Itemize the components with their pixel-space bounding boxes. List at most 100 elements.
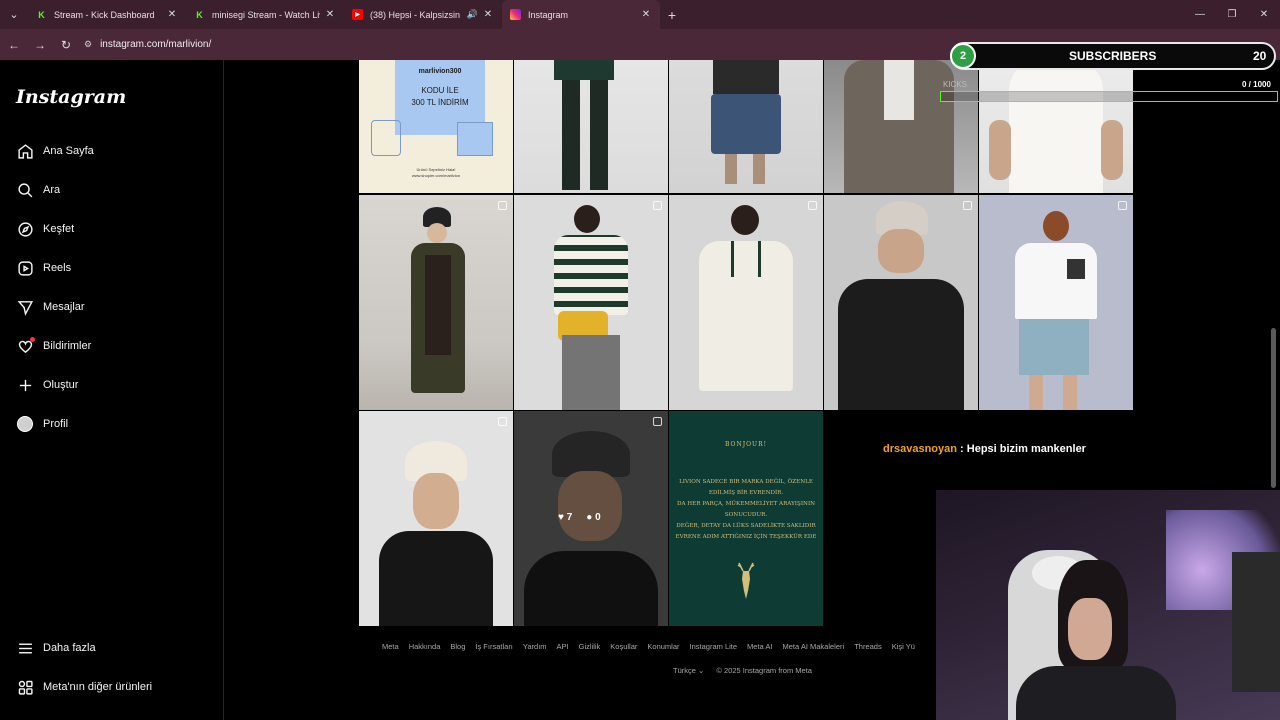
tab-instagram[interactable]: Instagram ✕	[502, 0, 660, 29]
url-field[interactable]: ⚙ instagram.com/marlivion/	[84, 34, 211, 56]
kicks-count: 0 / 1000	[1242, 80, 1271, 89]
manifesto-line: EDİLMİŞ BİR EVRENDİR.	[708, 490, 784, 496]
post-photo-white-cap-blazer[interactable]	[359, 411, 513, 626]
figure-face	[878, 229, 924, 273]
manifesto-line: DEĞER, DETAY DA LÜKS SADELİKTE SAKLIDIR	[676, 523, 816, 529]
tab-title: Instagram	[528, 9, 569, 20]
close-window-icon[interactable]: ✕	[1248, 0, 1280, 29]
figure-shorts	[1019, 319, 1089, 375]
nav-explore[interactable]: Keşfet	[16, 217, 74, 241]
nav-more[interactable]: Daha fazla	[16, 636, 96, 660]
nav-profile[interactable]: Profil	[16, 412, 68, 436]
close-tab-icon[interactable]: ✕	[640, 9, 652, 20]
post-photo-striped-sweater[interactable]	[514, 195, 668, 410]
post-photo-cable-knit[interactable]	[669, 195, 823, 410]
notification-dot	[30, 337, 35, 342]
comments-stat: ● 0	[586, 512, 600, 523]
footer-link[interactable]: Blog	[450, 642, 465, 651]
tab-list-dropdown[interactable]: ⌄	[0, 0, 28, 29]
promo-footer-line1: Ürünü Sepetiniz Hala!	[416, 167, 456, 172]
manifesto-text: LIVION SADECE BIR MARKA DEĞİL, ÖZENLE ED…	[669, 477, 823, 543]
figure-leg-right	[1063, 375, 1077, 410]
tab-kick-dashboard[interactable]: K Stream - Kick Dashboard ✕	[28, 0, 186, 29]
promo-footer-line2: www.shopier.com/marlivion	[411, 173, 461, 178]
post-photo-black-jacket-cap[interactable]	[824, 195, 978, 410]
manifesto-line: LIVION SADECE BIR MARKA DEĞİL, ÖZENLE	[679, 479, 813, 485]
close-tab-icon[interactable]: ✕	[324, 9, 336, 20]
footer-link[interactable]: Konumlar	[647, 642, 679, 651]
kick-favicon-icon: K	[36, 9, 47, 20]
subscriber-label: SUBSCRIBERS	[1069, 49, 1157, 63]
tab-minisegi-stream[interactable]: K minisegi Stream - Watch Live o ✕	[186, 0, 344, 29]
figure-striped-sweater	[554, 235, 628, 315]
site-info-icon[interactable]: ⚙	[84, 39, 92, 50]
carousel-icon	[653, 417, 662, 426]
nav-create[interactable]: Oluştur	[16, 373, 78, 397]
post-photo-new-jersey-cap[interactable]: ♥ 7 ● 0	[514, 411, 668, 626]
tab-youtube-kalpsizsin[interactable]: ▶ (38) Hepsi - Kalpsizsin (Offi 🔊 ✕	[344, 0, 502, 29]
instagram-logo[interactable]: Instagram	[16, 86, 126, 108]
footer-link[interactable]: Kişi Yü	[892, 642, 915, 651]
promo-brand: marlivion300	[418, 68, 462, 75]
likes-stat: ♥ 7	[558, 512, 572, 523]
comments-count: 0	[595, 512, 601, 523]
post-brand-manifesto[interactable]: BONJOUR! LIVION SADECE BIR MARKA DEĞİL, …	[669, 411, 823, 626]
post-photo-denim-shorts[interactable]	[669, 60, 823, 193]
nav-home[interactable]: Ana Sayfa	[16, 139, 94, 163]
figure-head	[574, 205, 600, 233]
footer-link[interactable]: Meta	[382, 642, 399, 651]
footer-link[interactable]: Threads	[854, 642, 882, 651]
nav-meta-products[interactable]: Meta'nın diğer ürünleri	[16, 675, 152, 699]
footer-link[interactable]: API	[557, 642, 569, 651]
nav-search[interactable]: Ara	[16, 178, 60, 202]
close-tab-icon[interactable]: ✕	[482, 9, 494, 20]
figure-face	[427, 223, 447, 243]
footer-link[interactable]: Yardım	[523, 642, 547, 651]
close-tab-icon[interactable]: ✕	[166, 9, 178, 20]
nav-notifications[interactable]: Bildirimler	[16, 334, 91, 358]
forward-arrow-icon[interactable]: →	[28, 33, 52, 57]
footer-link[interactable]: Meta AI Makaleleri	[782, 642, 844, 651]
nav-reels[interactable]: Reels	[16, 256, 71, 280]
instagram-favicon-icon	[510, 9, 521, 20]
language-label: Türkçe	[673, 666, 696, 675]
footer-link[interactable]: Hakkında	[409, 642, 441, 651]
footer-link[interactable]: İş Fırsatları	[475, 642, 513, 651]
reload-icon[interactable]: ↻	[54, 33, 78, 57]
restore-icon[interactable]: ❐	[1216, 0, 1248, 29]
footer-link[interactable]: Instagram Lite	[690, 642, 738, 651]
footer-link[interactable]: Meta AI	[747, 642, 772, 651]
back-arrow-icon[interactable]: ←	[2, 33, 26, 57]
youtube-favicon-icon: ▶	[352, 9, 363, 20]
minimize-icon[interactable]: —	[1184, 0, 1216, 29]
hamburger-menu-icon	[16, 639, 34, 657]
page-scrollbar[interactable]	[1271, 328, 1276, 488]
language-select[interactable]: Türkçe ⌄	[673, 666, 704, 675]
nav-label: Oluştur	[43, 379, 79, 391]
post-photo-long-coat[interactable]	[359, 195, 513, 410]
figure-arm-left	[989, 120, 1011, 180]
meta-apps-icon	[16, 678, 34, 696]
post-promo-discount[interactable]: marlivion300 KODU İLE 300 TL İNDİRİM Ürü…	[359, 60, 513, 193]
figure-jacket	[713, 60, 779, 94]
tab-title: (38) Hepsi - Kalpsizsin (Offi	[370, 9, 463, 20]
instagram-sidebar: Instagram Ana Sayfa Ara Keşfet Reels Mes…	[0, 60, 224, 720]
footer-link[interactable]: Gizlilik	[579, 642, 601, 651]
promo-code-line1: KODU İLE	[421, 86, 459, 95]
new-tab-button[interactable]: +	[660, 7, 684, 23]
post-photo-white-tee[interactable]	[979, 60, 1133, 193]
post-photo-graphic-tee[interactable]	[979, 195, 1133, 410]
nav-label: Profil	[43, 418, 69, 430]
reels-icon	[16, 259, 34, 277]
compass-icon	[16, 220, 34, 238]
url-text: instagram.com/marlivion/	[100, 39, 212, 50]
nav-label: Ara	[43, 184, 61, 196]
nav-label: Reels	[43, 262, 72, 274]
speaker-icon[interactable]: 🔊	[467, 9, 478, 20]
nav-messages[interactable]: Mesajlar	[16, 295, 85, 319]
chat-username: drsavasnoyan	[883, 443, 957, 455]
post-photo-trousers[interactable]	[514, 60, 668, 193]
nav-label: Daha fazla	[43, 642, 96, 654]
nav-label: Mesajlar	[43, 301, 85, 313]
footer-link[interactable]: Koşullar	[610, 642, 637, 651]
